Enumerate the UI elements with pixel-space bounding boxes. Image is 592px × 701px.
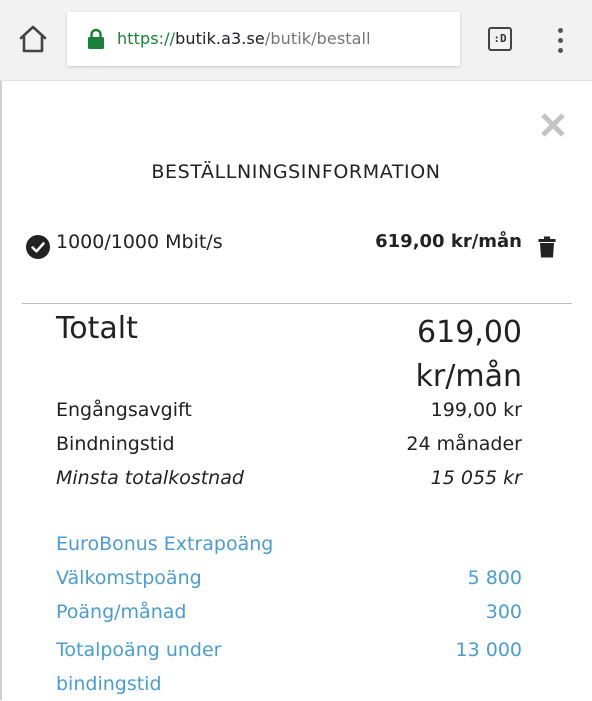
modal-title: BESTÄLLNINGSINFORMATION: [151, 161, 441, 183]
fee-label: Minsta totalkostnad: [56, 467, 244, 489]
fee-value: 24 månader: [406, 433, 522, 455]
total-unit: kr/mån: [415, 359, 522, 394]
bonus-heading-text: EuroBonus Extrapoäng: [56, 533, 274, 555]
order-info-modal: BESTÄLLNINGSINFORMATION 1000/1000 Mbit/s…: [0, 81, 592, 700]
total-label: Totalt: [56, 311, 138, 346]
close-icon[interactable]: [537, 109, 569, 141]
divider: [22, 303, 572, 304]
total-value: 619,00 kr/mån: [322, 311, 522, 399]
bonus-label: Poäng/månad: [56, 601, 187, 623]
tabs-icon[interactable]: :D: [488, 27, 512, 51]
fee-row-setup: Engångsavgift 199,00 kr: [56, 399, 522, 429]
bonus-row-monthly: Poäng/månad 300: [56, 601, 522, 631]
item-name: 1000/1000 Mbit/s: [56, 231, 223, 253]
fee-label: Engångsavgift: [56, 399, 192, 421]
url-path: /butik/bestall: [264, 29, 371, 48]
bonus-value: 5 800: [467, 567, 522, 589]
bonus-value: 13 000: [455, 639, 522, 661]
url-host: butik.a3.se: [175, 29, 265, 48]
fee-label: Bindningstid: [56, 433, 175, 455]
fee-value: 15 055 kr: [430, 467, 522, 489]
fee-row-min-total: Minsta totalkostnad 15 055 kr: [56, 467, 522, 497]
check-circle-icon: [26, 235, 50, 259]
address-bar[interactable]: https://butik.a3.se/butik/bestall: [67, 12, 460, 66]
url-text[interactable]: https://butik.a3.se/butik/bestall: [117, 27, 371, 51]
trash-icon[interactable]: [538, 236, 556, 258]
bonus-row-welcome: Välkomstpoäng 5 800: [56, 567, 522, 597]
url-scheme: https://: [117, 29, 176, 48]
menu-icon[interactable]: [548, 24, 572, 56]
item-price: 619,00 kr/mån: [375, 231, 522, 252]
browser-toolbar: https://butik.a3.se/butik/bestall :D: [0, 0, 592, 81]
order-item-row: 1000/1000 Mbit/s 619,00 kr/mån: [0, 229, 592, 261]
bonus-value: 300: [485, 601, 522, 623]
lock-icon: [87, 28, 105, 50]
bonus-row-total: Totalpoäng under bindingstid 13 000: [56, 633, 522, 701]
bonus-label: Totalpoäng under bindingstid: [56, 639, 222, 695]
fee-value: 199,00 kr: [430, 399, 522, 421]
bonus-label: Välkomstpoäng: [56, 567, 202, 589]
total-amount: 619,00: [417, 315, 522, 350]
home-icon[interactable]: [16, 22, 50, 56]
bonus-heading: EuroBonus Extrapoäng: [56, 533, 522, 563]
fee-row-binding: Bindningstid 24 månader: [56, 433, 522, 463]
